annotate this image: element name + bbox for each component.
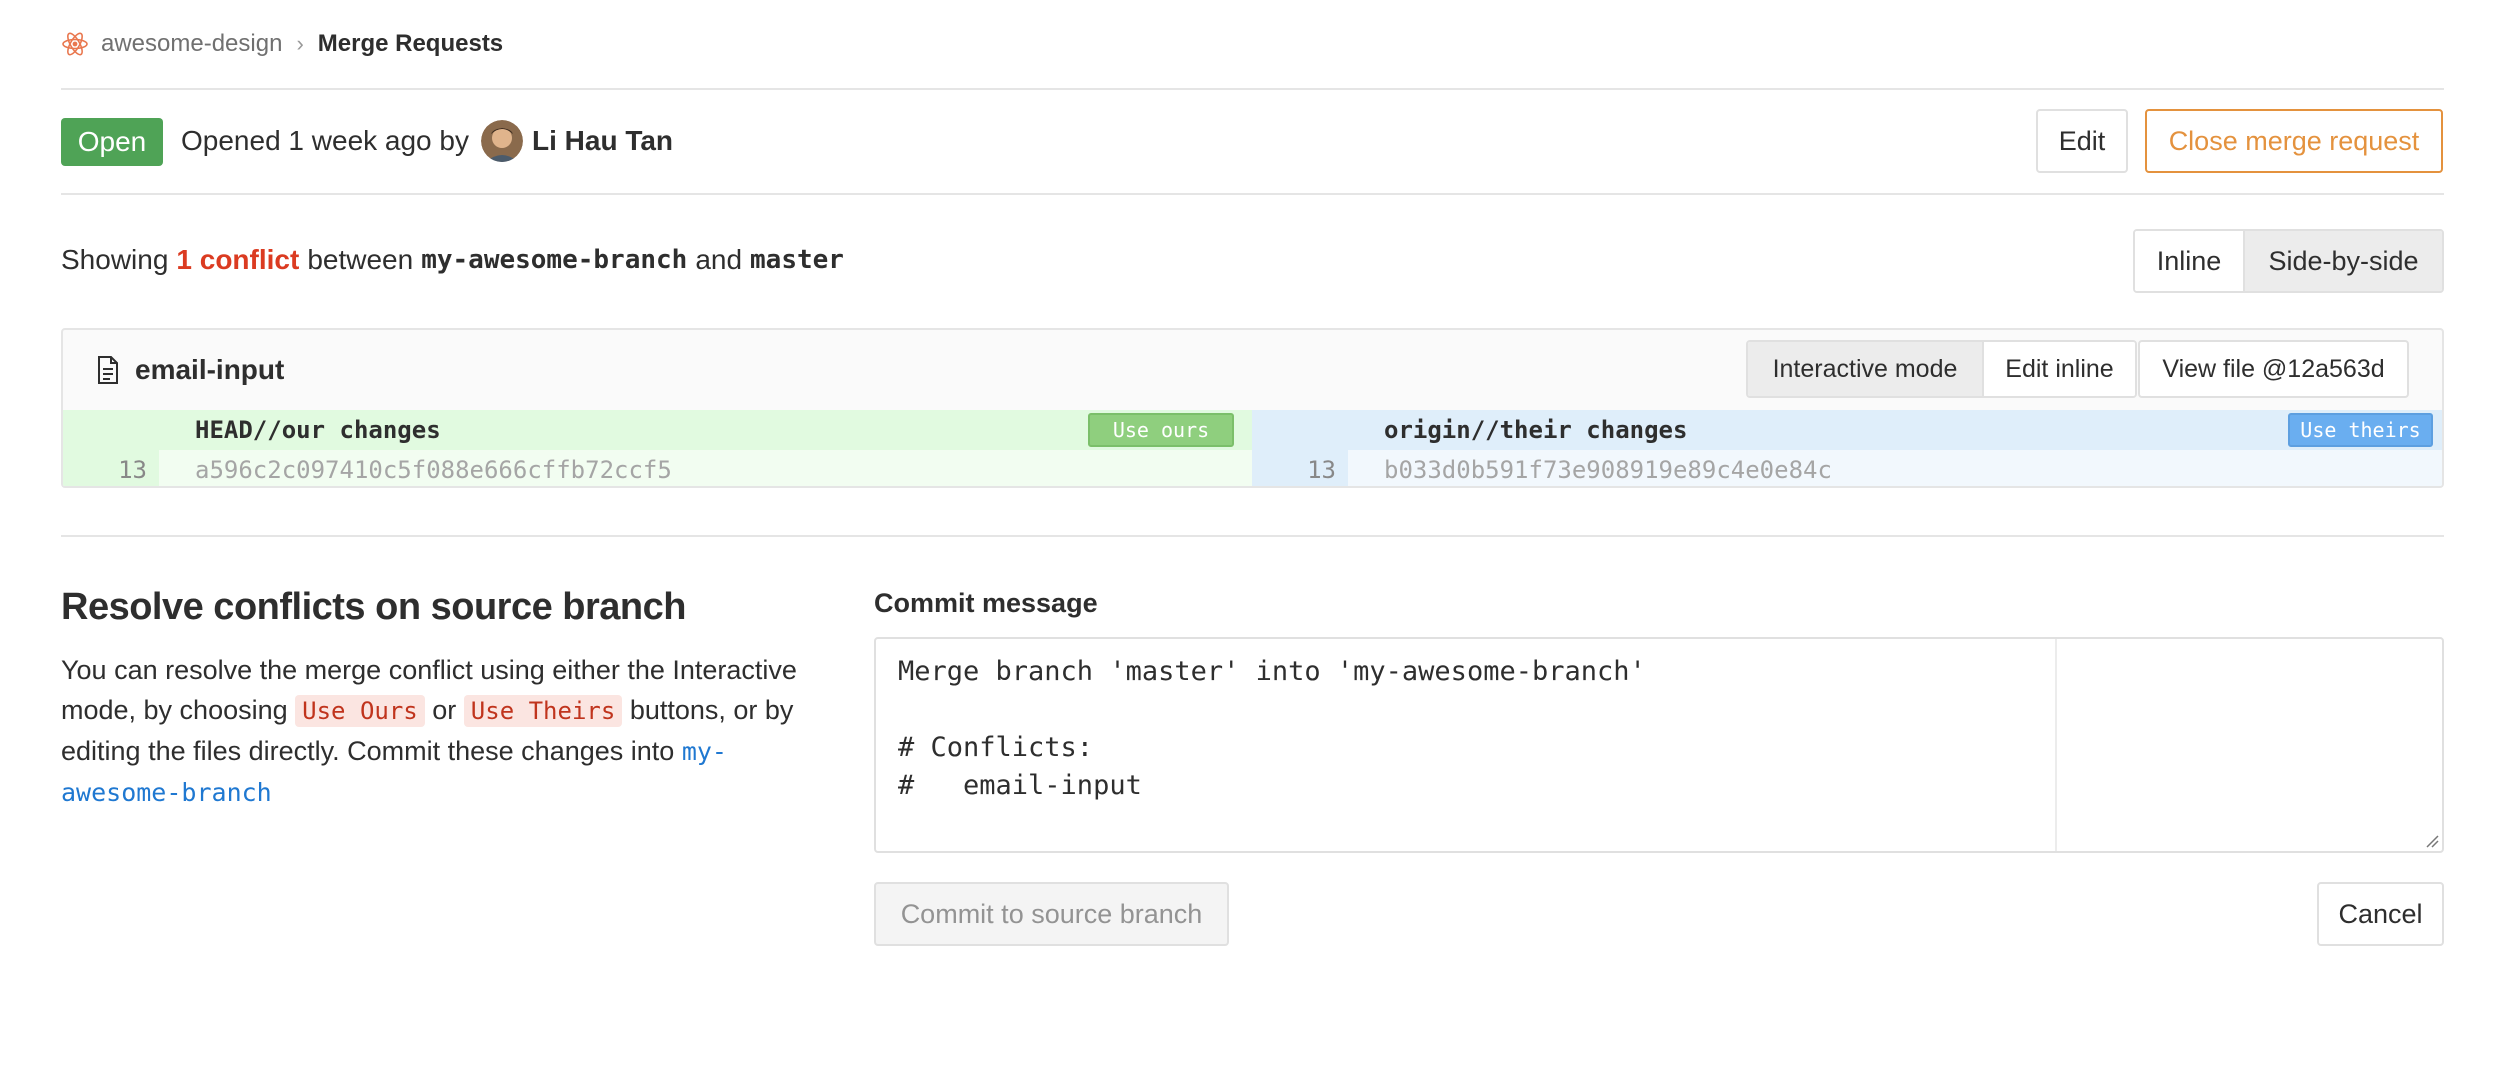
theirs-header: origin//their changes Use theirs: [1252, 410, 2442, 450]
target-branch-name: master: [750, 245, 844, 275]
and-text: and: [695, 244, 743, 275]
resolve-title: Resolve conflicts on source branch: [61, 586, 686, 628]
commit-message-input[interactable]: Merge branch 'master' into 'my-awesome-b…: [874, 637, 2444, 853]
edit-inline-button[interactable]: Edit inline: [1984, 342, 2135, 396]
file-icon: [97, 356, 119, 384]
edit-button[interactable]: Edit: [2036, 109, 2128, 173]
use-ours-code: Use Ours: [295, 695, 425, 727]
ours-line-content: a596c2c097410c5f088e666cffb72ccf5: [195, 456, 672, 484]
commit-box-divider: [2055, 639, 2057, 851]
divider: [61, 88, 2444, 90]
file-name: email-input: [135, 354, 285, 385]
or-text: or: [432, 695, 457, 725]
merge-conflict-page: awesome-design › Merge Requests Open Ope…: [0, 0, 2500, 1065]
divider: [61, 535, 2444, 537]
theirs-line: 13 b033d0b591f73e908919e89c4e0e84c: [1252, 450, 2442, 486]
ours-header-label: HEAD//our changes: [195, 416, 441, 444]
source-branch-name: my-awesome-branch: [421, 245, 688, 275]
theirs-line-content: b033d0b591f73e908919e89c4e0e84c: [1384, 456, 1832, 484]
theirs-line-number: 13: [1252, 450, 1348, 486]
breadcrumb-current[interactable]: Merge Requests: [318, 30, 503, 58]
opened-text: Opened 1 week ago by: [181, 125, 469, 156]
opened-info: Opened 1 week ago by Li Hau Tan: [181, 118, 673, 164]
conflict-count: 1 conflict: [176, 244, 300, 275]
commit-message-label: Commit message: [874, 588, 1098, 618]
between-text: between: [307, 244, 414, 275]
side-by-side-view-button[interactable]: Side-by-side: [2245, 231, 2442, 291]
interactive-mode-button[interactable]: Interactive mode: [1748, 342, 1984, 396]
divider: [61, 193, 2444, 195]
author-name[interactable]: Li Hau Tan: [532, 125, 673, 157]
atom-logo-icon[interactable]: [61, 30, 89, 58]
showing-prefix: Showing: [61, 244, 169, 275]
status-badge: Open: [61, 118, 163, 166]
theirs-header-label: origin//their changes: [1384, 416, 1688, 444]
use-theirs-button[interactable]: Use theirs: [2288, 413, 2433, 447]
ours-line-number: 13: [63, 450, 159, 486]
commit-to-source-branch-button[interactable]: Commit to source branch: [874, 882, 1229, 946]
use-ours-button[interactable]: Use ours: [1088, 413, 1234, 447]
resolve-mode-toggle: Interactive mode Edit inline: [1746, 340, 2137, 398]
cancel-button[interactable]: Cancel: [2317, 882, 2444, 946]
ours-line: 13 a596c2c097410c5f088e666cffb72ccf5: [63, 450, 1252, 486]
conflict-summary: Showing 1 conflict between my-awesome-br…: [61, 242, 852, 278]
breadcrumb-separator: ›: [296, 31, 304, 56]
commit-message-text[interactable]: Merge branch 'master' into 'my-awesome-b…: [898, 653, 1646, 805]
avatar[interactable]: [480, 120, 523, 162]
resolve-description: You can resolve the merge conflict using…: [61, 650, 801, 813]
ours-header: HEAD//our changes Use ours: [63, 410, 1252, 450]
breadcrumb: awesome-design › Merge Requests: [61, 26, 503, 62]
use-theirs-code: Use Theirs: [463, 695, 623, 727]
resize-handle-icon[interactable]: [2425, 834, 2439, 848]
inline-view-button[interactable]: Inline: [2135, 231, 2245, 291]
close-merge-request-button[interactable]: Close merge request: [2145, 109, 2443, 173]
file-header: email-input Interactive mode Edit inline…: [63, 330, 2442, 410]
view-file-button[interactable]: View file @12a563d: [2138, 340, 2409, 398]
conflict-file: email-input Interactive mode Edit inline…: [61, 328, 2444, 488]
view-mode-toggle: Inline Side-by-side: [2133, 229, 2444, 293]
breadcrumb-project-link[interactable]: awesome-design: [101, 30, 282, 58]
